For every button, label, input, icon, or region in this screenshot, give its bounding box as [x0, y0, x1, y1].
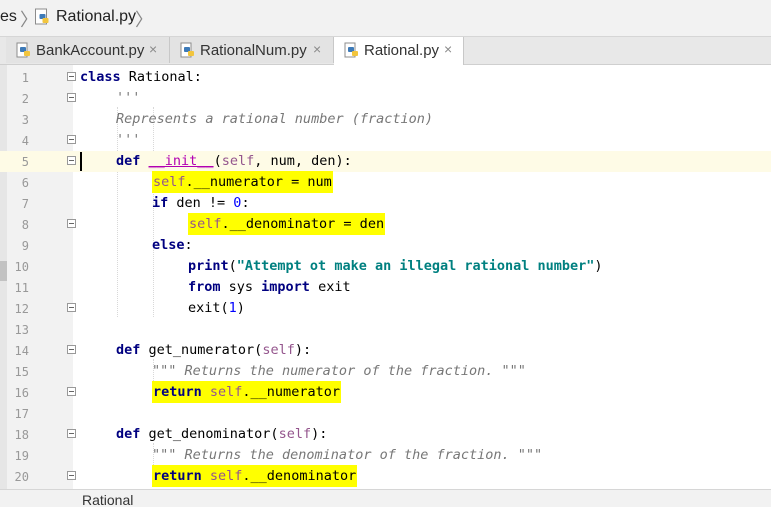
code-line[interactable]: 3 Represents a rational number (fraction… [0, 109, 771, 130]
code-text: class Rational: [80, 69, 202, 85]
line-number: 10 [14, 260, 29, 274]
code-line[interactable]: 11 from sys import exit [0, 277, 771, 298]
code-text: def __init__(self, num, den): [116, 153, 352, 169]
line-number: 13 [14, 323, 29, 337]
structure-breadcrumb-bar: Rational [0, 489, 771, 508]
line-number: 7 [21, 197, 29, 211]
code-line[interactable]: 13 [0, 319, 771, 340]
line-number: 14 [14, 344, 29, 358]
code-line[interactable]: 12 exit(1) [0, 298, 771, 319]
text-cursor [80, 152, 82, 171]
code-text: print("Attempt ot make an illegal ration… [188, 258, 603, 274]
editor-tab-bar: BankAccount.py × RationalNum.py × Ration… [0, 37, 771, 65]
fold-icon[interactable] [67, 303, 76, 312]
code-text: return self.__denominator [152, 465, 358, 487]
code-line[interactable]: 7 if den != 0: [0, 193, 771, 214]
code-text: from sys import exit [188, 279, 351, 295]
fold-icon[interactable] [67, 471, 76, 480]
line-number: 1 [21, 71, 29, 85]
code-line[interactable]: 10 print("Attempt ot make an illegal rat… [0, 256, 771, 277]
line-number: 19 [14, 449, 29, 463]
code-line[interactable]: 19 """ Returns the denominator of the fr… [0, 445, 771, 466]
code-line[interactable]: 18 def get_denominator(self): [0, 424, 771, 445]
fold-icon[interactable] [67, 72, 76, 81]
breadcrumb: es 〉 Rational.py 〉 [0, 0, 771, 37]
breadcrumb-file[interactable]: Rational.py [56, 8, 136, 26]
code-text: self.__numerator = num [152, 171, 333, 193]
code-line[interactable]: 16 return self.__numerator [0, 381, 771, 403]
code-line[interactable]: 1 class Rational: [0, 67, 771, 88]
code-text: self.__denominator = den [188, 213, 386, 235]
code-editor[interactable]: 1 class Rational: 2 ''' 3 Represents a r… [0, 65, 771, 489]
breadcrumb-parent[interactable]: es [0, 8, 17, 26]
code-line[interactable]: 15 """ Returns the numerator of the frac… [0, 361, 771, 382]
close-icon[interactable]: × [444, 41, 452, 57]
code-text: """ Returns the numerator of the fractio… [152, 363, 526, 379]
tab-label: BankAccount.py [36, 42, 145, 59]
code-text: ''' [116, 90, 141, 106]
code-line[interactable]: 8 self.__denominator = den [0, 213, 771, 235]
line-number: 18 [14, 428, 29, 442]
python-file-icon [35, 8, 49, 25]
line-number: 6 [21, 176, 29, 190]
python-file-icon [16, 42, 30, 58]
fold-icon[interactable] [67, 387, 76, 396]
fold-icon[interactable] [67, 135, 76, 144]
fold-icon[interactable] [67, 156, 76, 165]
code-text: def get_denominator(self): [116, 426, 328, 442]
line-number: 11 [14, 281, 29, 295]
close-icon[interactable]: × [149, 41, 157, 57]
python-file-icon [180, 42, 194, 58]
line-number: 9 [21, 239, 29, 253]
code-text: else: [152, 237, 193, 253]
line-number: 16 [14, 386, 29, 400]
line-number: 20 [14, 470, 29, 484]
tab-rationalnum[interactable]: RationalNum.py × [170, 37, 334, 63]
code-line[interactable]: 4 ''' [0, 130, 771, 151]
code-text: def get_numerator(self): [116, 342, 312, 358]
tab-label: Rational.py [364, 42, 440, 59]
code-text: ''' [116, 132, 141, 148]
fold-icon[interactable] [67, 219, 76, 228]
line-number: 12 [14, 302, 29, 316]
code-text: exit(1) [188, 300, 245, 316]
code-line[interactable]: 17 [0, 403, 771, 424]
code-line[interactable]: 9 else: [0, 235, 771, 256]
code-text: if den != 0: [152, 195, 250, 211]
tab-rational[interactable]: Rational.py × [334, 37, 464, 65]
code-text: Represents a rational number (fraction) [116, 111, 433, 127]
code-line[interactable]: 20 return self.__denominator [0, 465, 771, 487]
code-text: """ Returns the denominator of the fract… [152, 447, 543, 463]
code-line[interactable]: 6 self.__numerator = num [0, 171, 771, 193]
code-line[interactable]: 14 def get_numerator(self): [0, 340, 771, 361]
fold-icon[interactable] [67, 429, 76, 438]
tab-label: RationalNum.py [200, 42, 307, 59]
code-text: return self.__numerator [152, 381, 341, 403]
fold-icon[interactable] [67, 345, 76, 354]
line-number: 2 [21, 92, 29, 106]
line-number: 8 [21, 218, 29, 232]
code-line-current[interactable]: 5 def __init__(self, num, den): [0, 151, 771, 172]
python-file-icon [344, 42, 358, 58]
line-number: 3 [21, 113, 29, 127]
line-number: 15 [14, 365, 29, 379]
code-line[interactable]: 2 ''' [0, 88, 771, 109]
line-number: 5 [21, 155, 29, 169]
breadcrumb-separator-icon: 〉 [135, 10, 153, 30]
close-icon[interactable]: × [313, 41, 321, 57]
line-number: 17 [14, 407, 29, 421]
line-number: 4 [21, 134, 29, 148]
fold-icon[interactable] [67, 93, 76, 102]
tab-bankaccount[interactable]: BankAccount.py × [6, 37, 170, 63]
